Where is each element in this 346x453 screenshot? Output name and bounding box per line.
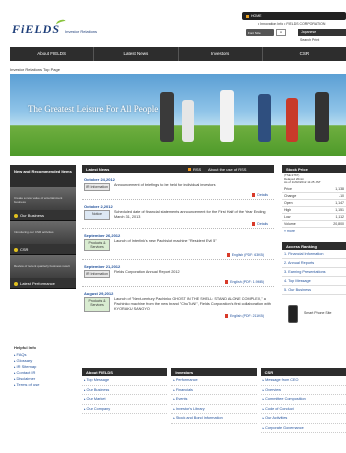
nav-investors[interactable]: Investors [179, 47, 263, 61]
footer-link[interactable]: Corporate Governance [260, 424, 346, 433]
recommended-heading: New and Recommended Items [10, 165, 76, 187]
ranking-item[interactable]: 3. Earning Presentations [282, 268, 346, 277]
footer-link[interactable]: Our Business [82, 386, 168, 395]
stock-row: Open 1,147 [282, 199, 346, 207]
stock-row: Low 1,112 [282, 213, 346, 221]
footer-link[interactable]: Overview [260, 386, 346, 395]
footer-col-about: About FIELDS Top Message Our Business Ou… [82, 368, 168, 433]
home-link[interactable]: HOME [246, 14, 262, 18]
news-item: September 26,2012 Products & Services La… [82, 229, 274, 261]
logo-subtitle: Investor Relations [65, 29, 98, 34]
details-link[interactable]: Details [84, 222, 272, 226]
rss-link[interactable]: RSS [188, 167, 201, 172]
news-date: September 26,2012 [84, 233, 121, 239]
news-item: September 21,2012 IR Information Fields … [82, 260, 274, 288]
helpful-info-title: Helpful Info [14, 345, 36, 350]
smartphone-icon [288, 304, 298, 323]
font-size-label: Font Size [246, 29, 274, 36]
panel-label[interactable]: Our Business [10, 210, 76, 220]
news-tag: IR Information [84, 183, 110, 191]
news-date: August 29,2012 [84, 291, 114, 297]
ranking-item[interactable]: 1. Financial Information [282, 250, 346, 259]
details-link[interactable]: Details [84, 193, 272, 197]
stock-more-link[interactable]: » more [282, 228, 346, 234]
font-size-button[interactable]: A [276, 29, 286, 36]
panel-label[interactable]: Latest Performance [10, 278, 76, 288]
nav-csr[interactable]: CSR [263, 47, 346, 61]
footer-link[interactable]: Top Message [82, 376, 168, 386]
smartphone-label: Smart Phone Site [304, 310, 332, 315]
stock-heading: Stock Price [282, 165, 346, 173]
stock-row: Change -10 [282, 192, 346, 200]
footer-link[interactable]: Stock and Bond Information [171, 414, 257, 424]
news-date: October 24,2012 [84, 177, 115, 182]
link-terms[interactable]: Terms of use [14, 382, 76, 388]
pdf-link[interactable]: English (PDF: 63KB) [84, 253, 272, 257]
news-tag: IR Information [84, 270, 110, 279]
stock-info: (TSE:2767) Delayed 20min As of 11/02/201… [284, 173, 321, 184]
ranking-item[interactable]: 5. Our Business [282, 286, 346, 295]
news-text[interactable]: Fields Corporation Annual Report 2012 [110, 270, 272, 278]
smartphone-site-link[interactable]: Smart Phone Site [282, 303, 346, 325]
panel-label[interactable]: CSR [10, 244, 76, 254]
right-column: Stock Price (TSE:2767) Delayed 20min As … [282, 165, 346, 325]
panel-csr[interactable]: Introducing our CSR activities CSR [10, 221, 76, 255]
news-text[interactable]: Scheduled date of financial statements a… [110, 210, 272, 220]
footer-col-investors: Investors Performance Financials Events … [171, 368, 257, 433]
footer-col-csr: CSR Message from CEO Overview Committee … [260, 368, 346, 433]
footer-columns: About FIELDS Top Message Our Business Ou… [82, 368, 346, 433]
news-item: October 2,2012 Notice Scheduled date of … [82, 200, 274, 230]
news-text[interactable]: Launch of Interlink's new Pachislot mach… [110, 239, 272, 251]
news-item: August 29,2012 Products & Services Launc… [82, 287, 274, 320]
search-print-links[interactable]: Search Print [300, 38, 319, 42]
news-heading: Latest News [86, 167, 110, 172]
footer-link[interactable]: Financials [171, 386, 257, 395]
ranking-item[interactable]: 4. Top Message [282, 277, 346, 286]
family-photo [160, 92, 174, 142]
nav-latest-news[interactable]: Latest News [94, 47, 179, 61]
footer-link[interactable]: Committee Composition [260, 395, 346, 405]
stock-row: Volume 20,800 [282, 220, 346, 228]
pdf-link[interactable]: English (PDF: 1.9MB) [84, 280, 272, 284]
footer-link[interactable]: Message from CEO [260, 376, 346, 386]
language-select[interactable]: Japanese [298, 29, 346, 36]
panel-our-business[interactable]: Create a new value of entertainment busi… [10, 187, 76, 221]
hero-banner: The Greatest Leisure For All People [10, 74, 346, 156]
latest-news: Latest News RSS About the use of RSS Oct… [82, 165, 274, 320]
stock-table: Price 1,138 Change -10 Open 1,147 High 1,151… [282, 185, 346, 228]
footer-link[interactable]: Code of Conduct [260, 405, 346, 414]
footer-link[interactable]: Performance [171, 376, 257, 386]
news-tag: Products & Services [84, 239, 110, 252]
about-rss-link[interactable]: About the use of RSS [208, 167, 246, 172]
footer-link[interactable]: Our Company [82, 405, 168, 414]
ranking-heading: Access Ranking [282, 241, 346, 250]
main-nav: About FIELDS Latest News Investors CSR [10, 47, 346, 61]
panel-latest-performance[interactable]: Review of recent quarterly business resu… [10, 255, 76, 289]
helpful-info: Helpful Info FAQs Glossary IR Sitemap Co… [14, 345, 76, 388]
recommended-items: New and Recommended Items Create a new v… [10, 165, 76, 289]
hero-title: The Greatest Leisure For All People [28, 104, 159, 114]
footer-link[interactable]: Events [171, 395, 257, 405]
fields-logo[interactable]: FiELDS [12, 22, 60, 37]
ranking-item[interactable]: 2. Annual Reports [282, 259, 346, 268]
news-date: October 2,2012 [84, 204, 113, 210]
news-header: Latest News RSS About the use of RSS [82, 165, 274, 173]
nav-about[interactable]: About FIELDS [10, 47, 95, 61]
news-date: September 21,2012 [84, 264, 121, 270]
breadcrumb: Investor Relations Top Page [10, 67, 60, 72]
footer-link[interactable]: Our Market [82, 395, 168, 405]
header: FiELDS Investor Relations HOME • Innovat… [0, 0, 346, 46]
top-links[interactable]: • Innovation Info • FIELDS CORPORATION [258, 22, 325, 26]
news-item: October 24,2012 IR Information Announcem… [82, 173, 274, 201]
news-tag: Products & Services [84, 297, 110, 313]
stock-row: High 1,151 [282, 206, 346, 214]
top-bar: HOME [242, 12, 346, 20]
news-tag: Notice [84, 210, 110, 221]
logo-swoosh-icon [55, 18, 67, 28]
news-text[interactable]: Announcement of briefings to be held for… [110, 183, 272, 191]
footer-link[interactable]: Investor's Library [171, 405, 257, 414]
news-text[interactable]: Launch of "Next-century Pachinko GHOST I… [110, 297, 272, 312]
footer-link[interactable]: Our Activities [260, 414, 346, 424]
pdf-link[interactable]: English (PDF: 211KB) [84, 314, 272, 318]
